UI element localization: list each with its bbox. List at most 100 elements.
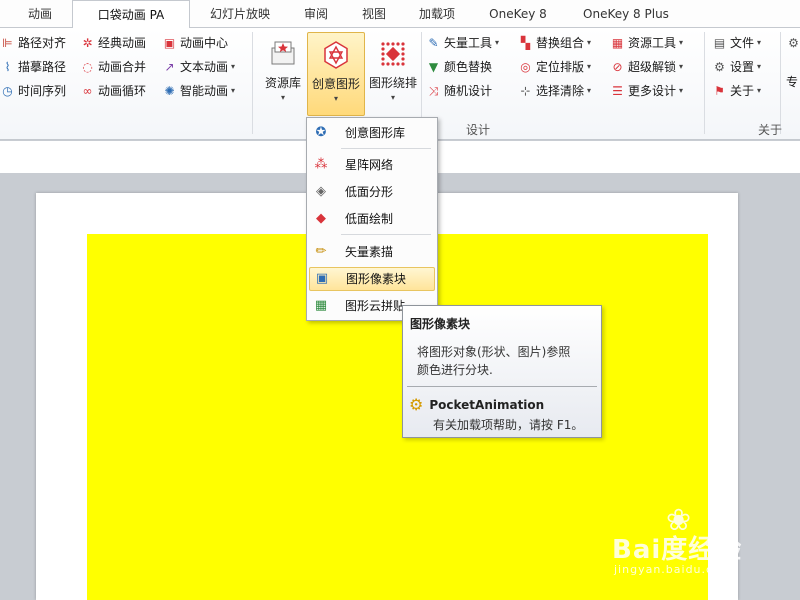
resource-tools-button[interactable]: ▦ 资源工具 ▾	[610, 33, 683, 53]
chevron-down-icon: ▾	[231, 62, 236, 71]
menu-item-low-poly-fractal[interactable]: ◈ 低面分形	[309, 180, 435, 204]
pin-icon: ⚑	[714, 83, 725, 98]
tab-review[interactable]: 审阅	[290, 0, 342, 28]
creative-shape-dropdown: ✪ 创意图形库 ⁂ 星阵网络 ◈ 低面分形 ◆ 低面绘制 ✏ 矢量素描 ▣ 图形…	[306, 117, 438, 321]
tab-onekey8[interactable]: OneKey 8	[476, 0, 560, 28]
tab-addins[interactable]: 加载项	[406, 0, 468, 28]
settings-button[interactable]: ⚙ 设置 ▾	[712, 57, 761, 77]
target-icon: ◎	[520, 59, 531, 74]
select-clear-button[interactable]: ⊹ 选择清除 ▾	[518, 81, 591, 101]
trace-path-button[interactable]: ⌇ 描摹路径	[0, 57, 66, 77]
super-unlock-button[interactable]: ⊘ 超级解锁 ▾	[610, 57, 683, 77]
random-design-button[interactable]: ⤨ 随机设计	[426, 81, 492, 101]
animation-merge-button[interactable]: ◌ 动画合并	[80, 57, 146, 77]
menu-item-vector-sketch[interactable]: ✏ 矢量素描	[309, 240, 435, 264]
lightbulb-icon: ✺	[164, 83, 175, 98]
align-icon: ⊫	[2, 35, 13, 50]
animation-center-button[interactable]: ▣ 动画中心	[162, 33, 228, 53]
star-sparkle-icon: ✲	[82, 35, 93, 50]
select-cursor-icon: ⊹	[520, 83, 531, 98]
document-icon: ▤	[713, 35, 726, 50]
menu-item-shape-pixel-block[interactable]: ▣ 图形像素块	[309, 267, 435, 291]
gear-icon: ⚙	[714, 59, 725, 74]
star-shield-icon: ✪	[315, 125, 327, 140]
replace-icon: ▚	[520, 35, 531, 50]
tooltip-description: 将图形对象(形状、图片)参照 颜色进行分块.	[417, 345, 571, 377]
vector-tools-button[interactable]: ✎ 矢量工具 ▾	[426, 33, 499, 53]
color-replace-button[interactable]: ▼ 颜色替换	[426, 57, 492, 77]
trace-icon: ⌇	[4, 59, 11, 74]
position-layout-button[interactable]: ◎ 定位排版 ▾	[518, 57, 591, 77]
menu-separator	[341, 234, 431, 235]
chevron-down-icon: ▾	[280, 93, 285, 102]
watermark-logo: Bai度经验	[612, 535, 743, 565]
smart-animation-button[interactable]: ✺ 智能动画 ▾	[162, 81, 235, 101]
group-separator	[252, 32, 253, 134]
chevron-down-icon: ▾	[587, 62, 592, 71]
grid-icon: ▦	[611, 35, 624, 50]
group-label-design: 设计	[466, 123, 491, 137]
gear-icon: ⚙	[788, 35, 799, 50]
menu-item-low-poly-draw[interactable]: ◆ 低面绘制	[309, 207, 435, 231]
tile-grid-icon: ▦	[314, 298, 328, 313]
menu-item-star-network[interactable]: ⁂ 星阵网络	[309, 153, 435, 177]
merge-icon: ◌	[82, 59, 93, 74]
ribbon-tab-bar: 动画 口袋动画 PA 幻灯片放映 审阅 视图 加载项 OneKey 8 OneK…	[0, 0, 800, 29]
group-separator	[704, 32, 705, 134]
shape-wrap-button[interactable]: 图形绕排 ▾	[366, 32, 420, 116]
replace-combine-button[interactable]: ▚ 替换组合 ▾	[518, 33, 591, 53]
resource-library-button[interactable]: 资源库 ▾	[258, 32, 308, 116]
classic-animation-button[interactable]: ✲ 经典动画	[80, 33, 146, 53]
time-sequence-button[interactable]: ◷ 时间序列	[0, 81, 66, 101]
animation-loop-button[interactable]: ∞ 动画循环	[80, 81, 147, 101]
tooltip-brand: ⚙ PocketAnimation	[409, 395, 545, 414]
unlock-icon: ⊘	[612, 59, 623, 74]
infinity-icon: ∞	[82, 83, 93, 98]
about-button[interactable]: ⚑ 关于 ▾	[712, 81, 761, 101]
tab-view[interactable]: 视图	[348, 0, 400, 28]
special-button[interactable]: 专	[786, 72, 798, 92]
chevron-down-icon: ▾	[390, 93, 395, 102]
menu-list-icon: ☰	[612, 83, 623, 98]
creative-shape-button[interactable]: 创意图形 ▾	[307, 32, 365, 116]
group-label-about: 关于	[758, 123, 783, 137]
file-menu-button[interactable]: ▤ 文件 ▾	[712, 33, 761, 53]
gear-extra-button[interactable]: ⚙	[786, 33, 800, 53]
dot-wrap-icon	[381, 42, 405, 66]
tooltip-help-text: 有关加载项帮助，请按 F1。	[433, 418, 584, 432]
path-align-button[interactable]: ⊫ 路径对齐	[0, 33, 66, 53]
shuffle-icon: ⤨	[428, 83, 439, 98]
text-wand-icon: ↗	[164, 59, 175, 74]
pixel-block-icon: ▣	[315, 271, 329, 286]
tab-slideshow[interactable]: 幻灯片放映	[196, 0, 284, 28]
chevron-down-icon: ▾	[679, 86, 684, 95]
chevron-down-icon: ▾	[333, 94, 338, 103]
tab-pocket-animation[interactable]: 口袋动画 PA	[72, 0, 190, 29]
dot-grid-icon: ⁂	[314, 157, 328, 172]
tooltip-separator	[407, 386, 597, 387]
chevron-down-icon: ▾	[679, 38, 684, 47]
menu-item-creative-shape-library[interactable]: ✪ 创意图形库	[309, 121, 435, 145]
layers-filled-icon: ◆	[316, 211, 326, 226]
pixel-block-tooltip: 图形像素块 将图形对象(形状、图片)参照 颜色进行分块. ⚙ PocketAni…	[402, 305, 602, 438]
text-animation-button[interactable]: ↗ 文本动画 ▾	[162, 57, 235, 77]
more-design-button[interactable]: ☰ 更多设计 ▾	[610, 81, 683, 101]
chevron-down-icon: ▾	[587, 38, 592, 47]
center-square-icon: ▣	[163, 35, 176, 50]
clock-icon: ◷	[2, 83, 13, 98]
chevron-down-icon: ▾	[757, 38, 762, 47]
layers-outline-icon: ◈	[316, 184, 326, 199]
hexagram-icon	[324, 41, 348, 69]
chevron-down-icon: ▾	[231, 86, 236, 95]
tab-animation[interactable]: 动画	[10, 0, 70, 28]
gear-icon: ⚙	[409, 395, 424, 414]
menu-separator	[341, 148, 431, 149]
chevron-down-icon: ▾	[757, 62, 762, 71]
pencil-icon: ✏	[315, 244, 327, 259]
watermark-url: jingyan.baidu.com	[614, 563, 733, 576]
tab-onekey8-plus[interactable]: OneKey 8 Plus	[570, 0, 682, 28]
resource-box-icon	[271, 41, 295, 65]
chevron-down-icon: ▾	[495, 38, 500, 47]
chevron-down-icon: ▾	[757, 86, 762, 95]
paint-roller-icon: ▼	[428, 59, 439, 74]
